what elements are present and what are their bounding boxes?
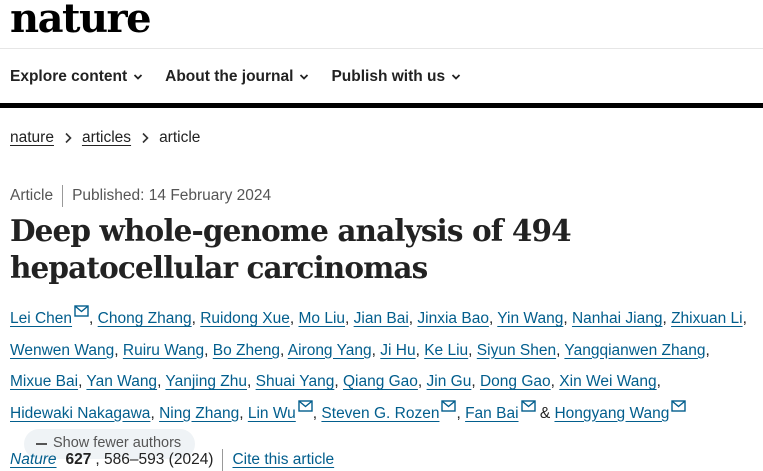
author-item: Yan Wang — [86, 373, 157, 390]
nav-publish-with-us[interactable]: Publish with us — [331, 68, 461, 86]
author-link[interactable]: Jinxia Bao — [417, 310, 489, 327]
chevron-right-icon — [142, 132, 149, 144]
nav-bottom-bar — [0, 103, 763, 108]
author-item: Ruiru Wang — [123, 342, 204, 359]
nav-about-the-journal-label: About the journal — [165, 68, 294, 85]
author-link[interactable]: Hidewaki Nakagawa — [10, 405, 150, 422]
author-link[interactable]: Ruiru Wang — [123, 342, 204, 359]
meta-divider — [62, 185, 64, 207]
author-item: Zhixuan Li — [671, 310, 743, 327]
chevron-down-icon — [300, 74, 309, 80]
author-item: Airong Yang — [288, 342, 372, 359]
journal-link[interactable]: Nature — [10, 451, 57, 469]
author-item: Bo Zheng — [213, 342, 280, 359]
author-link[interactable]: Lei Chen — [10, 310, 72, 327]
chevron-down-icon — [134, 74, 143, 80]
author-link[interactable]: Xin Wei Wang — [559, 373, 656, 390]
author-item: Jian Bai — [354, 310, 409, 327]
breadcrumb-nature[interactable]: nature — [10, 129, 54, 147]
author-item: Ruidong Xue — [200, 310, 290, 327]
author-link[interactable]: Wenwen Wang — [10, 342, 114, 359]
author-item: Ji Hu — [380, 342, 415, 359]
author-item: Xin Wei Wang — [559, 373, 656, 390]
journal-volume: 627 — [65, 451, 92, 468]
author-item: Nanhai Jiang — [572, 310, 662, 327]
nav-explore-content[interactable]: Explore content — [10, 68, 143, 86]
published-date: Published: 14 February 2024 — [72, 187, 272, 204]
author-item: Lin Wu — [248, 399, 313, 422]
email-icon[interactable] — [520, 399, 536, 412]
author-link[interactable]: Yanjing Zhu — [165, 373, 247, 390]
breadcrumb-current: article — [159, 129, 201, 146]
citation-divider — [222, 449, 224, 471]
chevron-right-icon — [65, 132, 72, 144]
author-item: Fan Bai — [465, 399, 536, 422]
author-item: Qiang Gao — [343, 373, 418, 390]
author-link[interactable]: Nanhai Jiang — [572, 310, 662, 327]
author-link[interactable]: Ji Hu — [380, 342, 415, 359]
author-item: Yanjing Zhu — [165, 373, 247, 390]
email-icon[interactable] — [441, 399, 457, 412]
author-item: Wenwen Wang — [10, 342, 114, 359]
author-item: Chong Zhang — [98, 310, 192, 327]
article-type: Article — [10, 187, 54, 204]
nav-explore-content-label: Explore content — [10, 68, 128, 85]
author-item: Dong Gao — [480, 373, 551, 390]
author-link[interactable]: Yin Wang — [497, 310, 563, 327]
author-link[interactable]: Airong Yang — [288, 342, 372, 359]
citation: Nature 627 , 586–593 (2024) Cite this ar… — [10, 449, 334, 471]
author-item: Mixue Bai — [10, 373, 78, 390]
author-link[interactable]: Lin Wu — [248, 405, 296, 422]
author-link[interactable]: Bo Zheng — [213, 342, 280, 359]
article-meta: Article Published: 14 February 2024 — [10, 185, 271, 207]
author-item: Ning Zhang — [159, 405, 239, 422]
email-icon[interactable] — [298, 399, 313, 412]
author-link[interactable]: Ruidong Xue — [200, 310, 290, 327]
author-item: Hidewaki Nakagawa — [10, 405, 150, 422]
author-link[interactable]: Yangqianwen Zhang — [564, 342, 705, 359]
author-link[interactable]: Siyun Shen — [477, 342, 556, 359]
author-link[interactable]: Mixue Bai — [10, 373, 78, 390]
author-item: Yin Wang — [497, 310, 563, 327]
author-link[interactable]: Fan Bai — [465, 405, 518, 422]
author-list: Lei Chen, Chong Zhang, Ruidong Xue, Mo L… — [10, 303, 760, 461]
author-item: Jinxia Bao — [417, 310, 489, 327]
article-title: Deep whole-genome analysis of 494 hepato… — [10, 213, 572, 285]
author-link[interactable]: Yan Wang — [86, 373, 157, 390]
author-link[interactable]: Hongyang Wang — [554, 405, 669, 422]
cite-this-article-link[interactable]: Cite this article — [232, 451, 334, 469]
author-link[interactable]: Mo Liu — [298, 310, 345, 327]
main-nav: Explore content About the journal Publis… — [10, 64, 483, 90]
author-item: Jin Gu — [427, 373, 472, 390]
author-item: Hongyang Wang — [554, 399, 687, 422]
header-divider — [0, 48, 763, 49]
breadcrumb-articles[interactable]: articles — [82, 129, 131, 147]
author-link[interactable]: Zhixuan Li — [671, 310, 743, 327]
nav-about-the-journal[interactable]: About the journal — [165, 68, 309, 86]
author-link[interactable]: Jian Bai — [354, 310, 409, 327]
author-link[interactable]: Shuai Yang — [256, 373, 335, 390]
nature-logo[interactable]: nature — [10, 0, 152, 41]
email-icon[interactable] — [671, 399, 687, 412]
author-link[interactable]: Ke Liu — [424, 342, 468, 359]
author-link[interactable]: Steven G. Rozen — [321, 405, 439, 422]
email-icon[interactable] — [74, 305, 89, 317]
author-item: Shuai Yang — [256, 373, 335, 390]
minus-icon — [36, 442, 47, 445]
author-link[interactable]: Chong Zhang — [98, 310, 192, 327]
author-link[interactable]: Qiang Gao — [343, 373, 418, 390]
author-item: Lei Chen — [10, 305, 89, 327]
author-item: Steven G. Rozen — [321, 399, 457, 422]
nav-publish-with-us-label: Publish with us — [331, 68, 446, 85]
author-item: Siyun Shen — [477, 342, 556, 359]
breadcrumb: nature articles article — [10, 129, 200, 147]
author-item: Yangqianwen Zhang — [564, 342, 705, 359]
author-link[interactable]: Ning Zhang — [159, 405, 239, 422]
author-link[interactable]: Dong Gao — [480, 373, 551, 390]
chevron-down-icon — [451, 74, 461, 80]
author-item: Ke Liu — [424, 342, 468, 359]
author-item: Mo Liu — [298, 310, 345, 327]
journal-pages: , 586–593 (2024) — [95, 451, 214, 468]
author-link[interactable]: Jin Gu — [427, 373, 472, 390]
